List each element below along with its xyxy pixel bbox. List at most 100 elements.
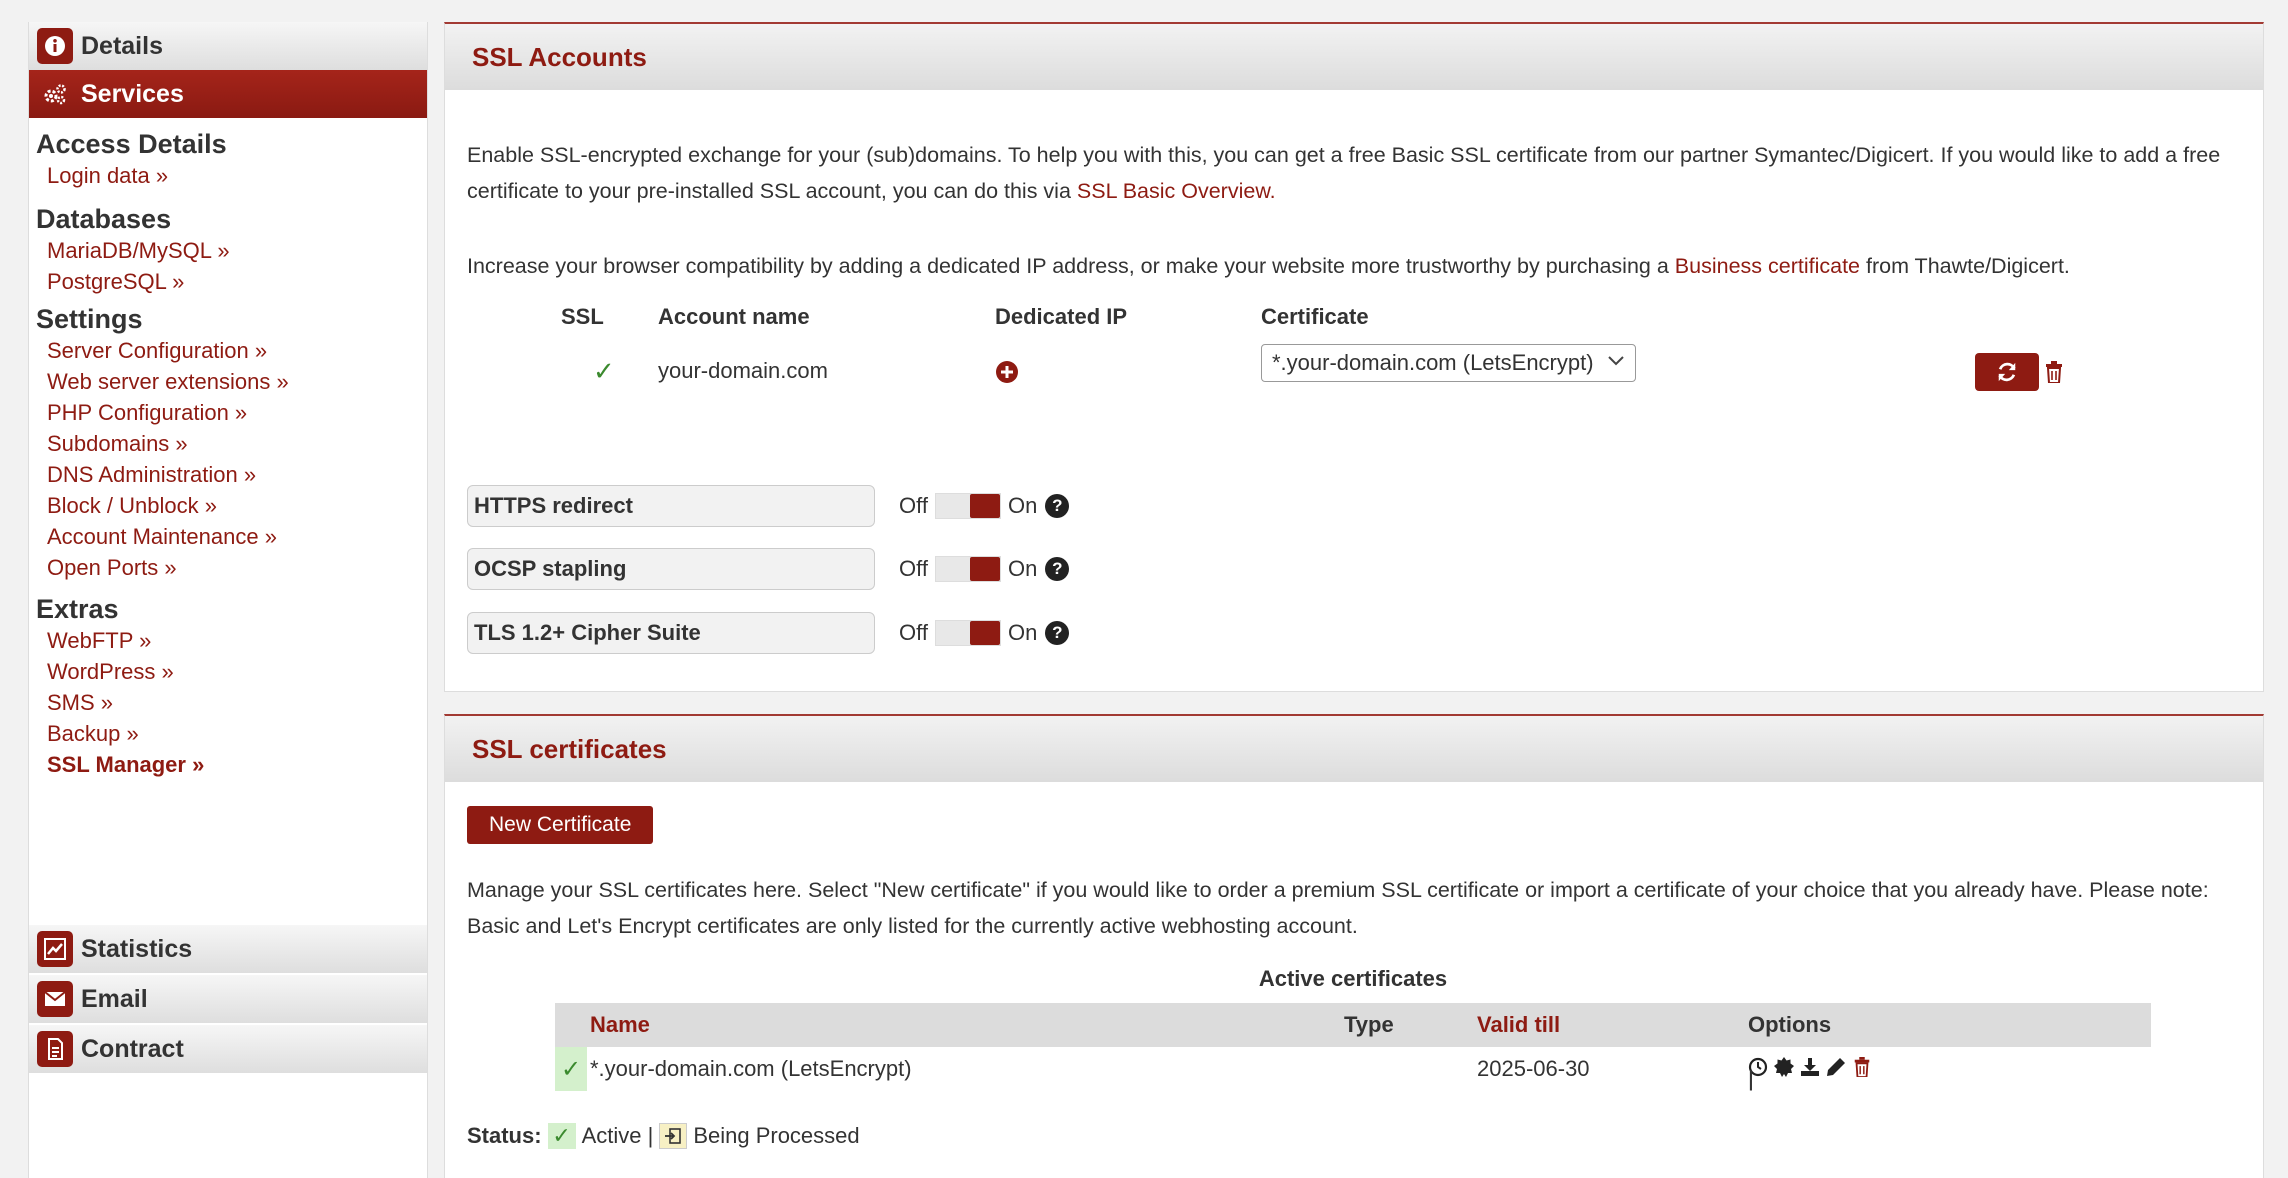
- ssl-accounts-title: SSL Accounts: [445, 24, 2263, 90]
- active-status-icon: ✓: [547, 1123, 576, 1149]
- ssl-basic-overview-link[interactable]: SSL Basic Overview.: [1077, 179, 1276, 203]
- link-postgresql[interactable]: PostgreSQL »: [29, 266, 427, 297]
- nav-contract[interactable]: Contract: [29, 1025, 427, 1073]
- ssl-certificates-panel: SSL certificates New Certificate Manage …: [444, 714, 2264, 1178]
- refresh-icon: [1998, 362, 2016, 382]
- col-options: Options: [1748, 1012, 1832, 1037]
- link-sms[interactable]: SMS »: [29, 687, 427, 718]
- intro-text: Enable SSL-encrypted exchange for your (…: [467, 143, 2221, 203]
- gears-icon: [37, 76, 73, 112]
- section-extras: Extras: [36, 594, 119, 624]
- trash-icon[interactable]: [1852, 1057, 1872, 1077]
- nav-email-label: Email: [81, 984, 148, 1013]
- help-icon[interactable]: ?: [1045, 494, 1070, 518]
- active-certificates-caption: Active certificates: [1258, 966, 1448, 991]
- new-certificate-button[interactable]: New Certificate: [467, 806, 654, 844]
- link-server-configuration[interactable]: Server Configuration »: [29, 335, 427, 366]
- add-ip-icon[interactable]: [995, 360, 1019, 390]
- col-ssl: SSL: [561, 304, 604, 329]
- trash-icon[interactable]: [2044, 361, 2064, 383]
- toggle-knob: [969, 494, 1000, 518]
- link-open-ports[interactable]: Open Ports »: [29, 552, 427, 583]
- ocsp-stapling-label: OCSP stapling: [467, 548, 875, 590]
- link-webftp[interactable]: WebFTP »: [29, 625, 427, 656]
- link-backup[interactable]: Backup »: [29, 718, 427, 749]
- toggle-off-label: Off: [899, 493, 928, 518]
- status-legend: Status: ✓ Active | Being Processed: [467, 1123, 860, 1149]
- refresh-button[interactable]: [1975, 353, 2039, 391]
- ocsp-stapling-toggle[interactable]: [934, 556, 1001, 582]
- cert-table-header: Name Type Valid till Options: [555, 1003, 2151, 1047]
- status-active-text: Active |: [581, 1123, 654, 1148]
- link-login-data[interactable]: Login data »: [29, 160, 427, 191]
- ssl-accounts-panel: SSL Accounts Enable SSL-encrypted exchan…: [444, 22, 2264, 692]
- link-account-maintenance[interactable]: Account Maintenance »: [29, 521, 427, 552]
- toggle-knob: [969, 557, 1000, 581]
- ocsp-stapling-toggle-row: Off On ?: [899, 548, 1070, 590]
- section-access-details: Access Details: [36, 129, 227, 159]
- cert-name: *.your-domain.com (LetsEncrypt): [590, 1056, 912, 1081]
- certificates-text: Manage your SSL certificates here. Selec…: [467, 878, 2209, 938]
- nav-services-label: Services: [81, 79, 184, 108]
- account-name: your-domain.com: [658, 358, 828, 383]
- link-php-configuration[interactable]: PHP Configuration »: [29, 397, 427, 428]
- nav-details[interactable]: Details: [29, 22, 427, 70]
- nav-contract-label: Contract: [81, 1034, 184, 1063]
- link-wordpress[interactable]: WordPress »: [29, 656, 427, 687]
- toggle-knob: [969, 621, 1000, 645]
- ssl-active-check: ✓: [593, 356, 615, 386]
- help-icon[interactable]: ?: [1045, 621, 1070, 645]
- nav-statistics-label: Statistics: [81, 934, 193, 963]
- processing-status-icon: [659, 1123, 688, 1149]
- pencil-icon[interactable]: [1826, 1057, 1846, 1077]
- toggle-off-label: Off: [899, 556, 928, 581]
- col-type: Type: [1344, 1012, 1394, 1037]
- col-certificate: Certificate: [1261, 304, 1369, 329]
- link-subdomains[interactable]: Subdomains »: [29, 428, 427, 459]
- download-icon[interactable]: [1800, 1057, 1820, 1077]
- intro-text-3: from Thawte/Digicert.: [1860, 254, 2070, 278]
- link-block-unblock[interactable]: Block / Unblock »: [29, 490, 427, 521]
- toggle-on-label: On: [1007, 493, 1038, 518]
- link-web-server-extensions[interactable]: Web server extensions »: [29, 366, 427, 397]
- envelope-icon: [37, 981, 73, 1017]
- col-valid-till[interactable]: Valid till: [1477, 1012, 1560, 1038]
- intro-text-2: Increase your browser compatibility by a…: [467, 254, 1675, 278]
- document-icon: [37, 1031, 73, 1067]
- separator: |: [1748, 1066, 1754, 1091]
- certificate-select-value: *.your-domain.com (LetsEncrypt): [1272, 350, 1594, 375]
- https-redirect-toggle[interactable]: [934, 493, 1001, 519]
- nav-email[interactable]: Email: [29, 975, 427, 1023]
- certificate-select[interactable]: *.your-domain.com (LetsEncrypt): [1261, 344, 1636, 382]
- sidebar: Details Services Access Details Login da…: [28, 22, 428, 1178]
- nav-services[interactable]: Services: [29, 70, 427, 118]
- cert-options: | | | |: [1748, 1057, 1872, 1091]
- chart-icon: [37, 931, 73, 967]
- tls-cipher-label: TLS 1.2+ Cipher Suite: [467, 612, 875, 654]
- https-redirect-label: HTTPS redirect: [467, 485, 875, 527]
- tls-cipher-toggle-row: Off On ?: [899, 612, 1070, 654]
- nav-statistics[interactable]: Statistics: [29, 925, 427, 973]
- certificate-badge-icon[interactable]: [1774, 1057, 1794, 1077]
- status-processing-text: Being Processed: [693, 1123, 860, 1148]
- ssl-accounts-intro-2: Increase your browser compatibility by a…: [467, 248, 2241, 284]
- https-redirect-toggle-row: Off On ?: [899, 485, 1070, 527]
- toggle-off-label: Off: [899, 620, 928, 645]
- section-databases: Databases: [36, 204, 172, 234]
- business-certificate-link[interactable]: Business certificate: [1675, 254, 1860, 278]
- nav-details-label: Details: [81, 31, 163, 60]
- help-icon[interactable]: ?: [1045, 557, 1070, 581]
- cert-status-active: ✓: [555, 1047, 587, 1091]
- col-dedicated-ip: Dedicated IP: [995, 304, 1128, 329]
- ssl-accounts-intro: Enable SSL-encrypted exchange for your (…: [467, 137, 2241, 209]
- col-name[interactable]: Name: [590, 1012, 650, 1038]
- link-ssl-manager[interactable]: SSL Manager »: [29, 749, 427, 780]
- link-mariadb[interactable]: MariaDB/MySQL »: [29, 235, 427, 266]
- toggle-on-label: On: [1007, 556, 1038, 581]
- table-row: ✓ *.your-domain.com (LetsEncrypt) 2025-0…: [555, 1047, 2151, 1091]
- col-account-name: Account name: [658, 304, 810, 329]
- cert-valid-till: 2025-06-30: [1477, 1056, 1590, 1081]
- tls-cipher-toggle[interactable]: [934, 620, 1001, 646]
- link-dns-administration[interactable]: DNS Administration »: [29, 459, 427, 490]
- ssl-certificates-title: SSL certificates: [445, 716, 2263, 782]
